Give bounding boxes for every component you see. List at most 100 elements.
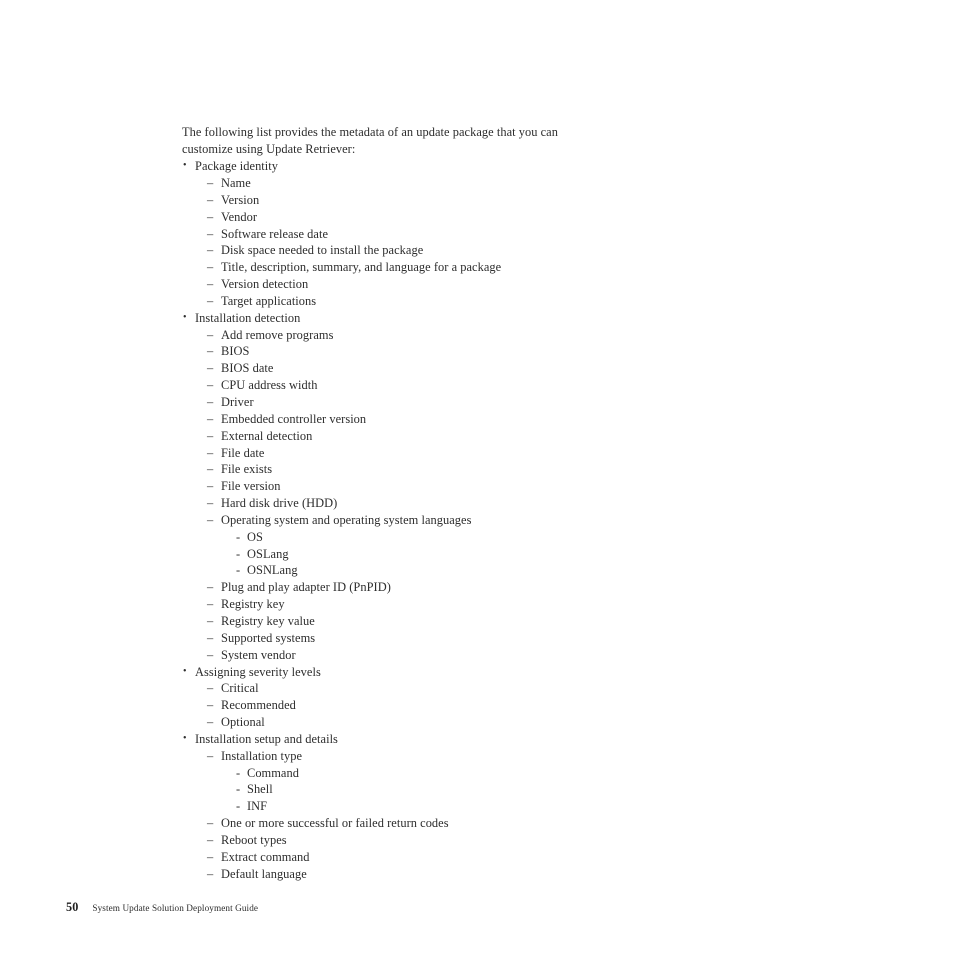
bullet-glyph: • bbox=[183, 732, 187, 744]
list-item-label: Name bbox=[221, 176, 251, 191]
list-item-label: Shell bbox=[247, 782, 273, 797]
hyphen-glyph: - bbox=[236, 529, 241, 544]
list-item: – BIOS bbox=[207, 343, 582, 360]
list-item-label: Disk space needed to install the package bbox=[221, 243, 424, 258]
list-item: – One or more successful or failed return… bbox=[207, 815, 582, 832]
page-number: 50 bbox=[66, 900, 79, 914]
dash-glyph: – bbox=[207, 277, 214, 292]
list-item: – CPU address width bbox=[207, 377, 582, 394]
dash-glyph: – bbox=[207, 866, 214, 881]
list-item: - OS bbox=[235, 529, 582, 546]
list-item: – Reboot types bbox=[207, 832, 582, 849]
list-item: – BIOS date bbox=[207, 360, 582, 377]
list-item: – System vendor bbox=[207, 647, 582, 664]
list-item-label: Hard disk drive (HDD) bbox=[221, 496, 338, 511]
list-item: – Registry key value bbox=[207, 613, 582, 630]
list-item: – Operating system and operating system l… bbox=[207, 512, 582, 579]
list-item: – Disk space needed to install the packag… bbox=[207, 242, 582, 259]
list-item: - Shell bbox=[235, 781, 582, 798]
dash-glyph: – bbox=[207, 176, 214, 191]
list-item-label: INF bbox=[247, 799, 268, 814]
dash-glyph: – bbox=[207, 698, 214, 713]
list-item-label: Supported systems bbox=[221, 630, 316, 645]
dash-glyph: – bbox=[207, 226, 214, 241]
list-item-label: Extract command bbox=[221, 849, 310, 864]
list-item-label: OSLang bbox=[247, 546, 289, 561]
dash-glyph: – bbox=[207, 327, 214, 342]
list-item: – Plug and play adapter ID (PnPID) bbox=[207, 579, 582, 596]
list-item-label: Registry key value bbox=[221, 613, 315, 628]
list-item-label: OSNLang bbox=[247, 563, 298, 578]
list-item-label: Installation type bbox=[221, 748, 303, 763]
list-item-label: One or more successful or failed return … bbox=[221, 816, 449, 831]
dash-glyph: – bbox=[207, 479, 214, 494]
dash-glyph: – bbox=[207, 192, 214, 207]
list-item: – Critical bbox=[207, 680, 582, 697]
list-item: – Installation type - Command - Shell - INF bbox=[207, 748, 582, 815]
list-item: • Installation setup and details – Installa… bbox=[182, 731, 582, 883]
document-page: The following list provides the metadata… bbox=[0, 0, 954, 954]
list-item-label: Target applications bbox=[221, 293, 317, 308]
list-item: • Installation detection – Add remove progr… bbox=[182, 310, 582, 664]
list-item: – File version bbox=[207, 478, 582, 495]
list-item-label: Reboot types bbox=[221, 832, 287, 847]
dash-glyph: – bbox=[207, 816, 214, 831]
list-item-label: Driver bbox=[221, 395, 254, 409]
nested-list: - OS - OSLang - OSNLang bbox=[221, 529, 582, 580]
list-item-label: Command bbox=[247, 765, 299, 780]
list-item: – Hard disk drive (HDD) bbox=[207, 495, 582, 512]
page-content: The following list provides the metadata… bbox=[182, 124, 582, 882]
list-item: – External detection bbox=[207, 428, 582, 445]
nested-list: – Add remove programs – BIOS – BIOS date – CPU … bbox=[195, 327, 582, 664]
dash-glyph: – bbox=[207, 243, 214, 258]
nested-list: – Name – Version – Vendor – Software release da… bbox=[195, 175, 582, 310]
list-item: – Embedded controller version bbox=[207, 411, 582, 428]
list-item: – Target applications bbox=[207, 293, 582, 310]
list-item: – Vendor bbox=[207, 209, 582, 226]
dash-glyph: – bbox=[207, 681, 214, 696]
list-item: – Name bbox=[207, 175, 582, 192]
list-item-label: Software release date bbox=[221, 226, 328, 241]
dash-glyph: – bbox=[207, 715, 214, 730]
list-item-label: Installation setup and details bbox=[195, 731, 338, 746]
dash-glyph: – bbox=[207, 512, 214, 527]
bullet-glyph: • bbox=[183, 665, 187, 677]
dash-glyph: – bbox=[207, 613, 214, 628]
list-item-label: File date bbox=[221, 445, 265, 460]
list-item: • Assigning severity levels – Critical – Reco… bbox=[182, 664, 582, 731]
list-item-label: Vendor bbox=[221, 209, 258, 224]
hyphen-glyph: - bbox=[236, 782, 241, 797]
dash-glyph: – bbox=[207, 496, 214, 511]
dash-glyph: – bbox=[207, 462, 214, 477]
dash-glyph: – bbox=[207, 209, 214, 224]
list-item: – Software release date bbox=[207, 226, 582, 243]
metadata-list: • Package identity – Name – Version – Vendor – So… bbox=[182, 158, 582, 882]
list-item-label: File version bbox=[221, 479, 281, 494]
list-item-label: Registry key bbox=[221, 597, 285, 612]
list-item-label: Default language bbox=[221, 866, 307, 881]
dash-glyph: – bbox=[207, 630, 214, 645]
list-item-label: BIOS date bbox=[221, 361, 274, 376]
list-item: - OSLang bbox=[235, 546, 582, 563]
list-item-label: Embedded controller version bbox=[221, 411, 367, 426]
bullet-glyph: • bbox=[183, 311, 187, 323]
list-item: – Recommended bbox=[207, 697, 582, 714]
list-item: - Command bbox=[235, 765, 582, 782]
list-item-label: Version detection bbox=[221, 277, 309, 292]
nested-list: - Command - Shell - INF bbox=[221, 765, 582, 816]
list-item: – Title, description, summary, and langua… bbox=[207, 259, 582, 276]
nested-list: – Critical – Recommended – Optional bbox=[195, 680, 582, 731]
list-item-label: Optional bbox=[221, 715, 265, 730]
list-item-label: Package identity bbox=[195, 159, 279, 174]
list-item-label: Assigning severity levels bbox=[195, 664, 321, 679]
dash-glyph: – bbox=[207, 832, 214, 847]
dash-glyph: – bbox=[207, 260, 214, 275]
dash-glyph: – bbox=[207, 748, 214, 763]
bullet-glyph: • bbox=[183, 160, 187, 172]
list-item-label: File exists bbox=[221, 462, 273, 477]
list-item-label: Recommended bbox=[221, 698, 296, 713]
dash-glyph: – bbox=[207, 411, 214, 426]
hyphen-glyph: - bbox=[236, 546, 241, 561]
list-item: – Add remove programs bbox=[207, 327, 582, 344]
list-item-label: Title, description, summary, and languag… bbox=[221, 260, 502, 275]
